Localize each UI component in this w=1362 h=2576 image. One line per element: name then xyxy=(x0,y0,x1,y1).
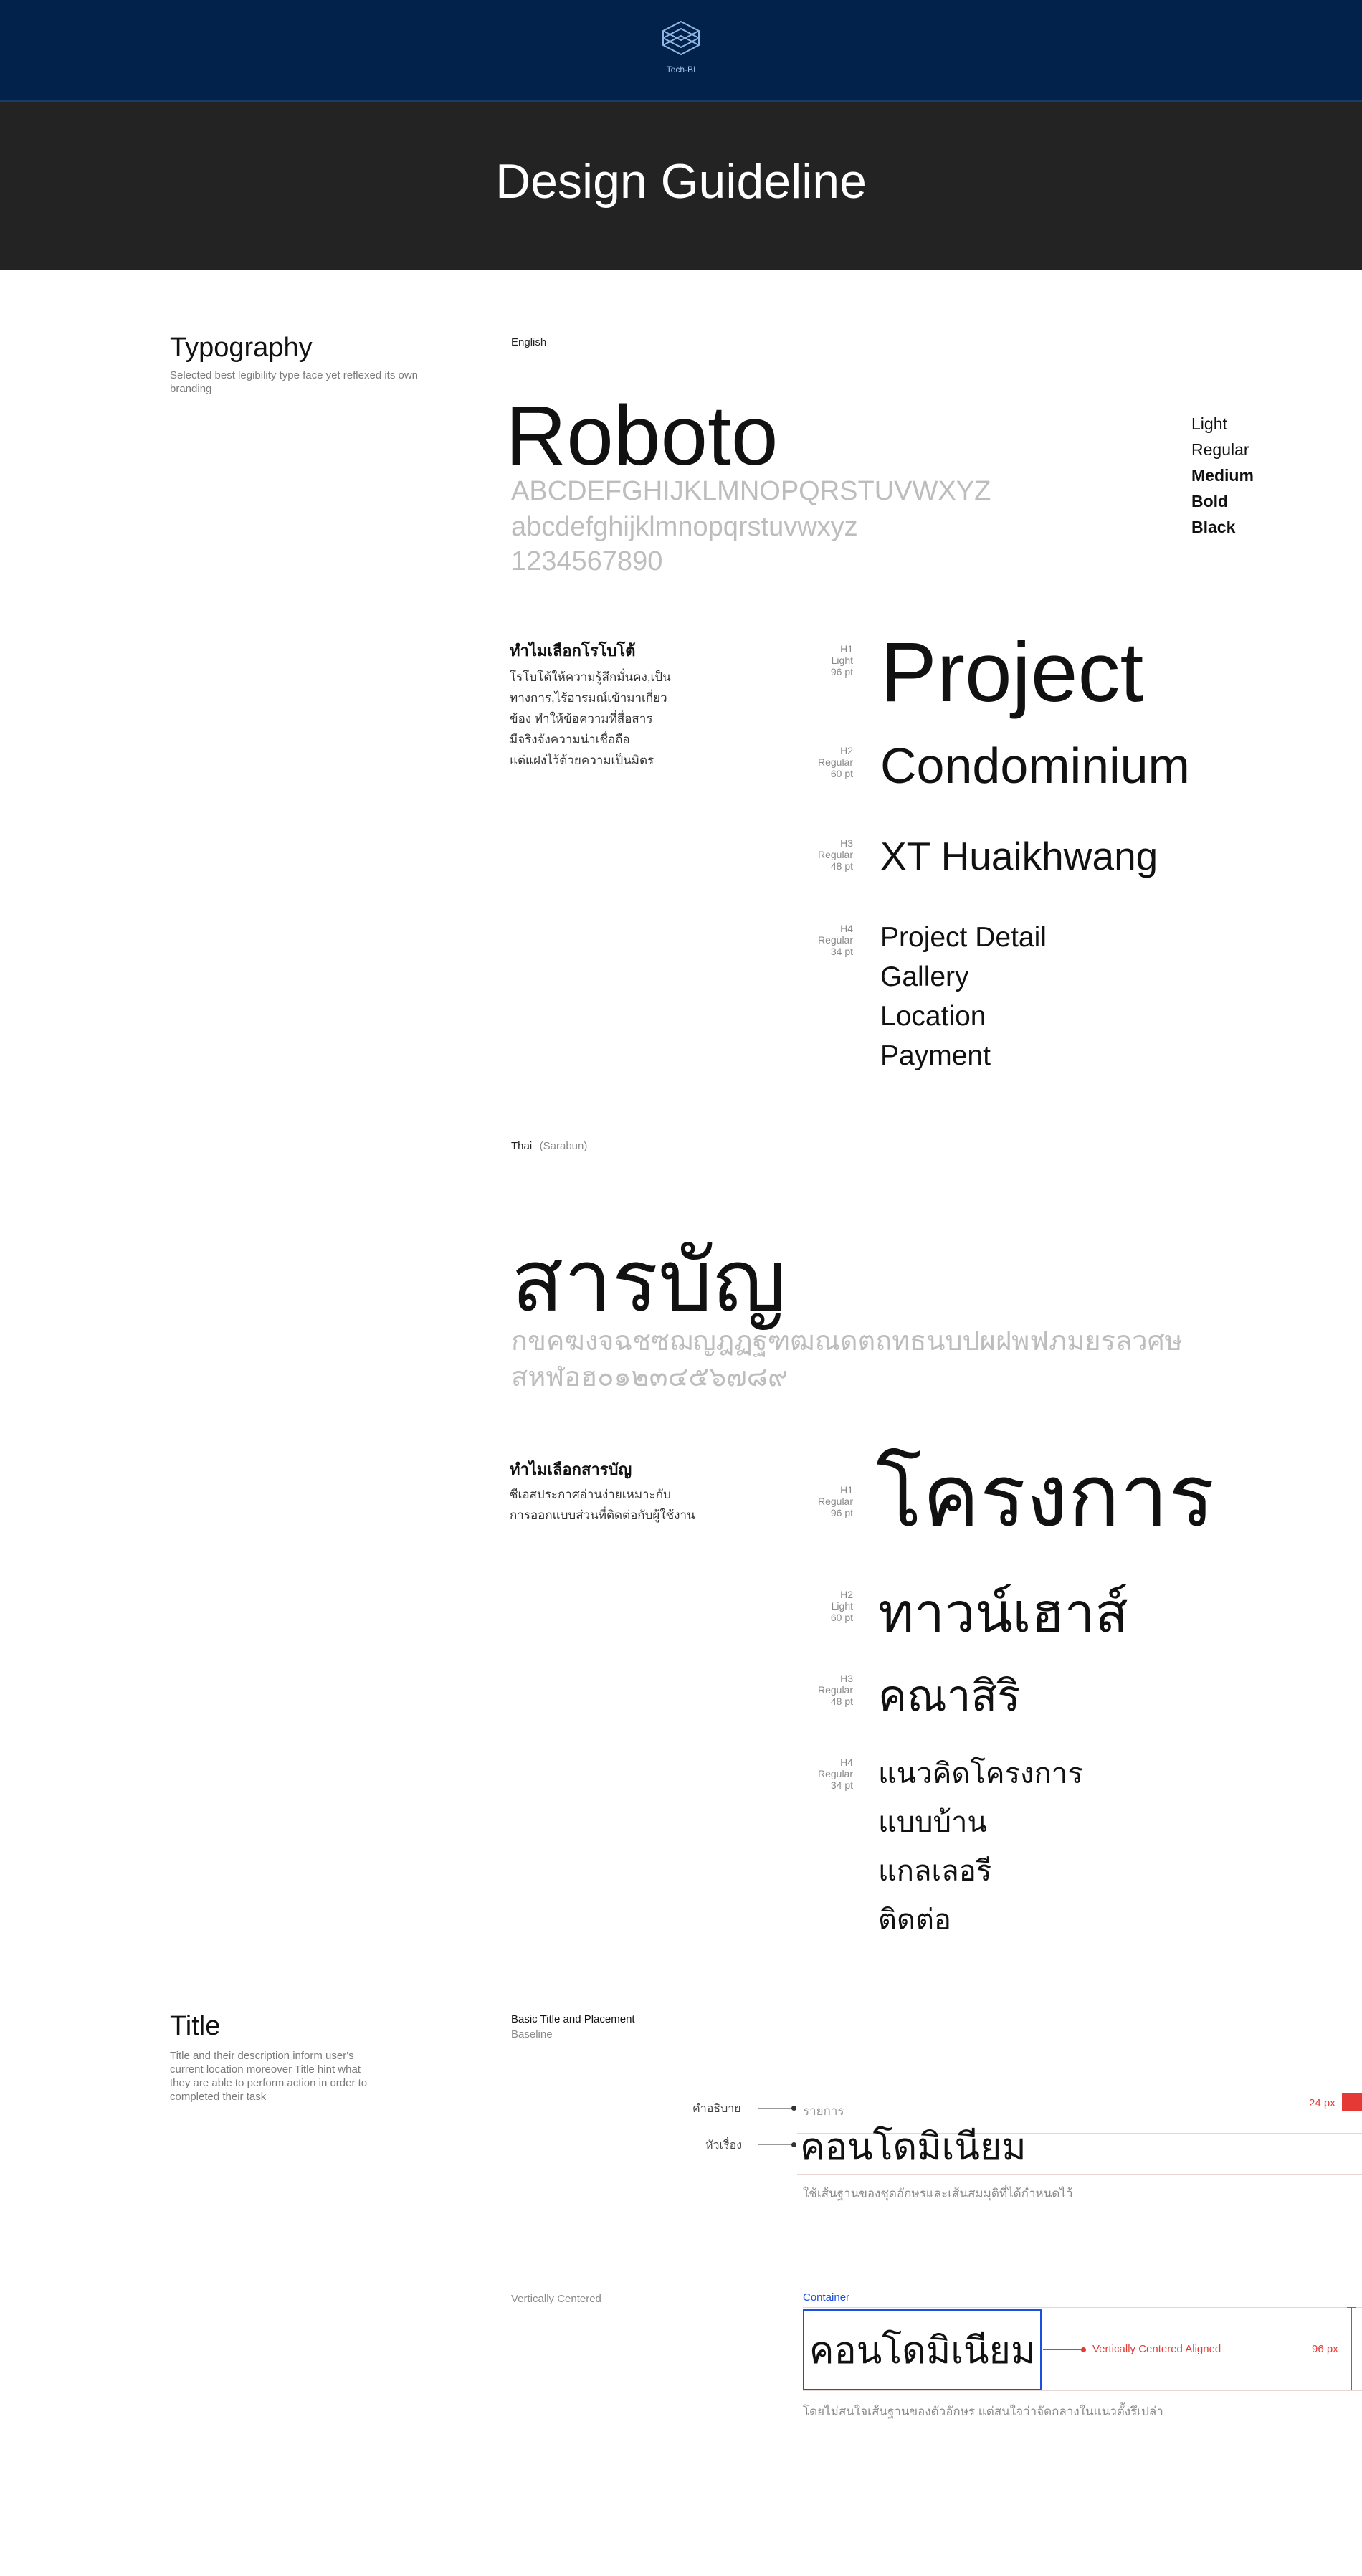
pointer-dot xyxy=(791,2142,796,2147)
centered-note: โดยไม่สนใจเส้นฐานของตัวอักษร แต่สนใจว่าจ… xyxy=(803,2405,1163,2418)
section-description-typography: Selected best legibility type face yet r… xyxy=(170,369,419,395)
font-name-roboto: Roboto xyxy=(505,389,778,483)
page-banner: Design Guideline xyxy=(0,100,1362,270)
why-sarabun-title: ทำไมเลือกสารบัญ xyxy=(510,1460,632,1478)
weight-regular: Regular xyxy=(1191,440,1249,459)
layers-logo-icon xyxy=(661,20,701,56)
sample-en-h4: Project Detail xyxy=(880,922,1047,953)
measure-label: 24 px xyxy=(1309,2097,1335,2109)
annotation-line xyxy=(1043,2349,1084,2350)
why-roboto-line: แต่แฝงไว้ด้วยความเป็นมิตร xyxy=(510,754,654,767)
digit-glyphs: 1234567890 xyxy=(511,546,663,576)
sample-th-h4: แนวคิดโครงการ xyxy=(878,1758,1083,1790)
spec-th-h3: H3 Regular 48 pt xyxy=(817,1673,853,1707)
measure-label-96: 96 px xyxy=(1312,2343,1338,2355)
pointer-line xyxy=(758,2108,793,2109)
centered-heading-sample: คอนโดมิเนียม xyxy=(809,2330,1036,2372)
page-title: Design Guideline xyxy=(495,154,867,209)
measure-bracket-cap xyxy=(1347,2307,1356,2308)
section-title-typography: Typography xyxy=(170,333,313,363)
heading-pointer-label: หัวเรื่อง xyxy=(705,2139,743,2152)
why-sarabun-line: การออกแบบส่วนที่ติดต่อกับผู้ใช้งาน xyxy=(510,1508,695,1522)
basic-title-heading: Basic Title and Placement xyxy=(511,2013,635,2025)
pointer-line xyxy=(758,2144,793,2145)
sample-th-h3: คณาสิริ xyxy=(878,1672,1021,1720)
measure-bracket xyxy=(1351,2307,1352,2390)
weight-light: Light xyxy=(1191,414,1227,433)
annotation-text: Vertically Centered Aligned xyxy=(1092,2343,1221,2355)
thai-label-row: Thai (Sarabun) xyxy=(511,1140,587,1153)
sample-th-h1: โครงการ xyxy=(876,1448,1215,1544)
spec-th-h2: H2 Light 60 pt xyxy=(830,1589,853,1623)
spec-th-h1: H1 Regular 96 pt xyxy=(817,1484,853,1518)
guide-line xyxy=(803,2390,1362,2391)
container-box: คอนโดมิเนียม xyxy=(803,2309,1042,2390)
container-label: Container xyxy=(803,2291,850,2304)
vertically-centered-label: Vertically Centered xyxy=(511,2293,601,2305)
measure-marker xyxy=(1342,2093,1362,2111)
english-label: English xyxy=(511,336,547,348)
why-sarabun-body: ซีเอสประกาศอ่านง่ายเหมาะกับ การออกแบบส่ว… xyxy=(510,1484,753,1526)
sample-en-h4-list: Project Detail Gallery Location Payment xyxy=(880,918,1047,1075)
sample-th-h4-list: แนวคิดโครงการ แบบบ้าน แกลเลอรี ติดต่อ xyxy=(878,1749,1083,1944)
section-title-title: Title xyxy=(170,2011,221,2041)
weight-medium: Medium xyxy=(1191,466,1254,485)
spec-en-h4: H4 Regular 34 pt xyxy=(817,923,853,957)
why-roboto-line: โรโบโต้ให้ความรู้สึกมั่นคง,เป็น xyxy=(510,670,671,684)
why-sarabun-line: ซีเอสประกาศอ่านง่ายเหมาะกับ xyxy=(510,1488,671,1501)
section-description-title: Title and their description inform user'… xyxy=(170,2050,368,2103)
sample-en-h3: XT Huaikhwang xyxy=(880,834,1158,878)
why-roboto-body: โรโบโต้ให้ความรู้สึกมั่นคง,เป็น ทางการ,ไ… xyxy=(510,667,725,771)
uppercase-glyphs: ABCDEFGHIJKLMNOPQRSTUVWXYZ xyxy=(511,476,991,506)
lowercase-glyphs: abcdefghijklmnopqrstuvwxyz xyxy=(511,512,858,542)
basic-title-sub: Baseline xyxy=(511,2028,553,2040)
sample-en-h4: Gallery xyxy=(880,961,969,992)
pointer-dot xyxy=(791,2106,796,2111)
sample-en-h4: Payment xyxy=(880,1040,991,1071)
sample-en-h4: Location xyxy=(880,1001,986,1032)
spec-en-h3: H3 Regular 48 pt xyxy=(817,837,853,872)
spec-en-h2: H2 Regular 60 pt xyxy=(817,745,853,779)
thai-font-note: (Sarabun) xyxy=(539,1140,588,1152)
why-roboto-title: ทำไมเลือกโรโบโต้ xyxy=(510,642,636,660)
caption-pointer-label: คำอธิบาย xyxy=(692,2103,741,2115)
why-roboto-line: ทางการ,ไร้อารมณ์เข้ามาเกี่ยว xyxy=(510,691,667,705)
sample-th-h2: ทาวน์เฮาส์ xyxy=(878,1583,1128,1644)
thai-label: Thai xyxy=(511,1140,533,1152)
why-roboto-line: ข้อง ทำให้ข้อความที่สื่อสาร xyxy=(510,712,653,726)
why-roboto-line: มีจริงจังความน่าเชื่อถือ xyxy=(510,733,630,746)
sample-th-h4: ติดต่อ xyxy=(878,1904,951,1936)
weight-list: Light Regular Medium Bold Black xyxy=(1191,411,1254,540)
sample-th-h4: แกลเลอรี xyxy=(878,1855,992,1887)
thai-consonants-line-1: กขคฆงจฉชซฌญฎฏฐฑฒณดตถทธนบปผฝพฟภมยรลวศษ xyxy=(511,1326,1183,1356)
spec-th-h4: H4 Regular 34 pt xyxy=(817,1757,853,1791)
top-bar: Tech-BI xyxy=(0,0,1362,100)
spec-en-h1: H1 Light 96 pt xyxy=(830,643,853,678)
heading-sample: คอนโดมิเนียม xyxy=(800,2126,1027,2168)
weight-black: Black xyxy=(1191,518,1236,536)
guide-line xyxy=(803,2307,1362,2308)
sample-th-h4: แบบบ้าน xyxy=(878,1807,987,1838)
annotation-dot xyxy=(1081,2347,1086,2352)
brand-name: Tech-BI xyxy=(666,65,696,75)
thai-consonants-line-2: สหฬอฮ๐๑๒๓๔๕๖๗๘๙ xyxy=(511,1362,788,1392)
sample-en-h1: Project xyxy=(880,625,1144,720)
brand-logo[interactable]: Tech-BI xyxy=(659,19,703,76)
weight-bold: Bold xyxy=(1191,492,1229,510)
baseline-note: ใช้เส้นฐานของชุดอักษรและเส้นสมมุติที่ได้… xyxy=(803,2187,1073,2200)
sample-en-h2: Condominium xyxy=(880,738,1190,794)
